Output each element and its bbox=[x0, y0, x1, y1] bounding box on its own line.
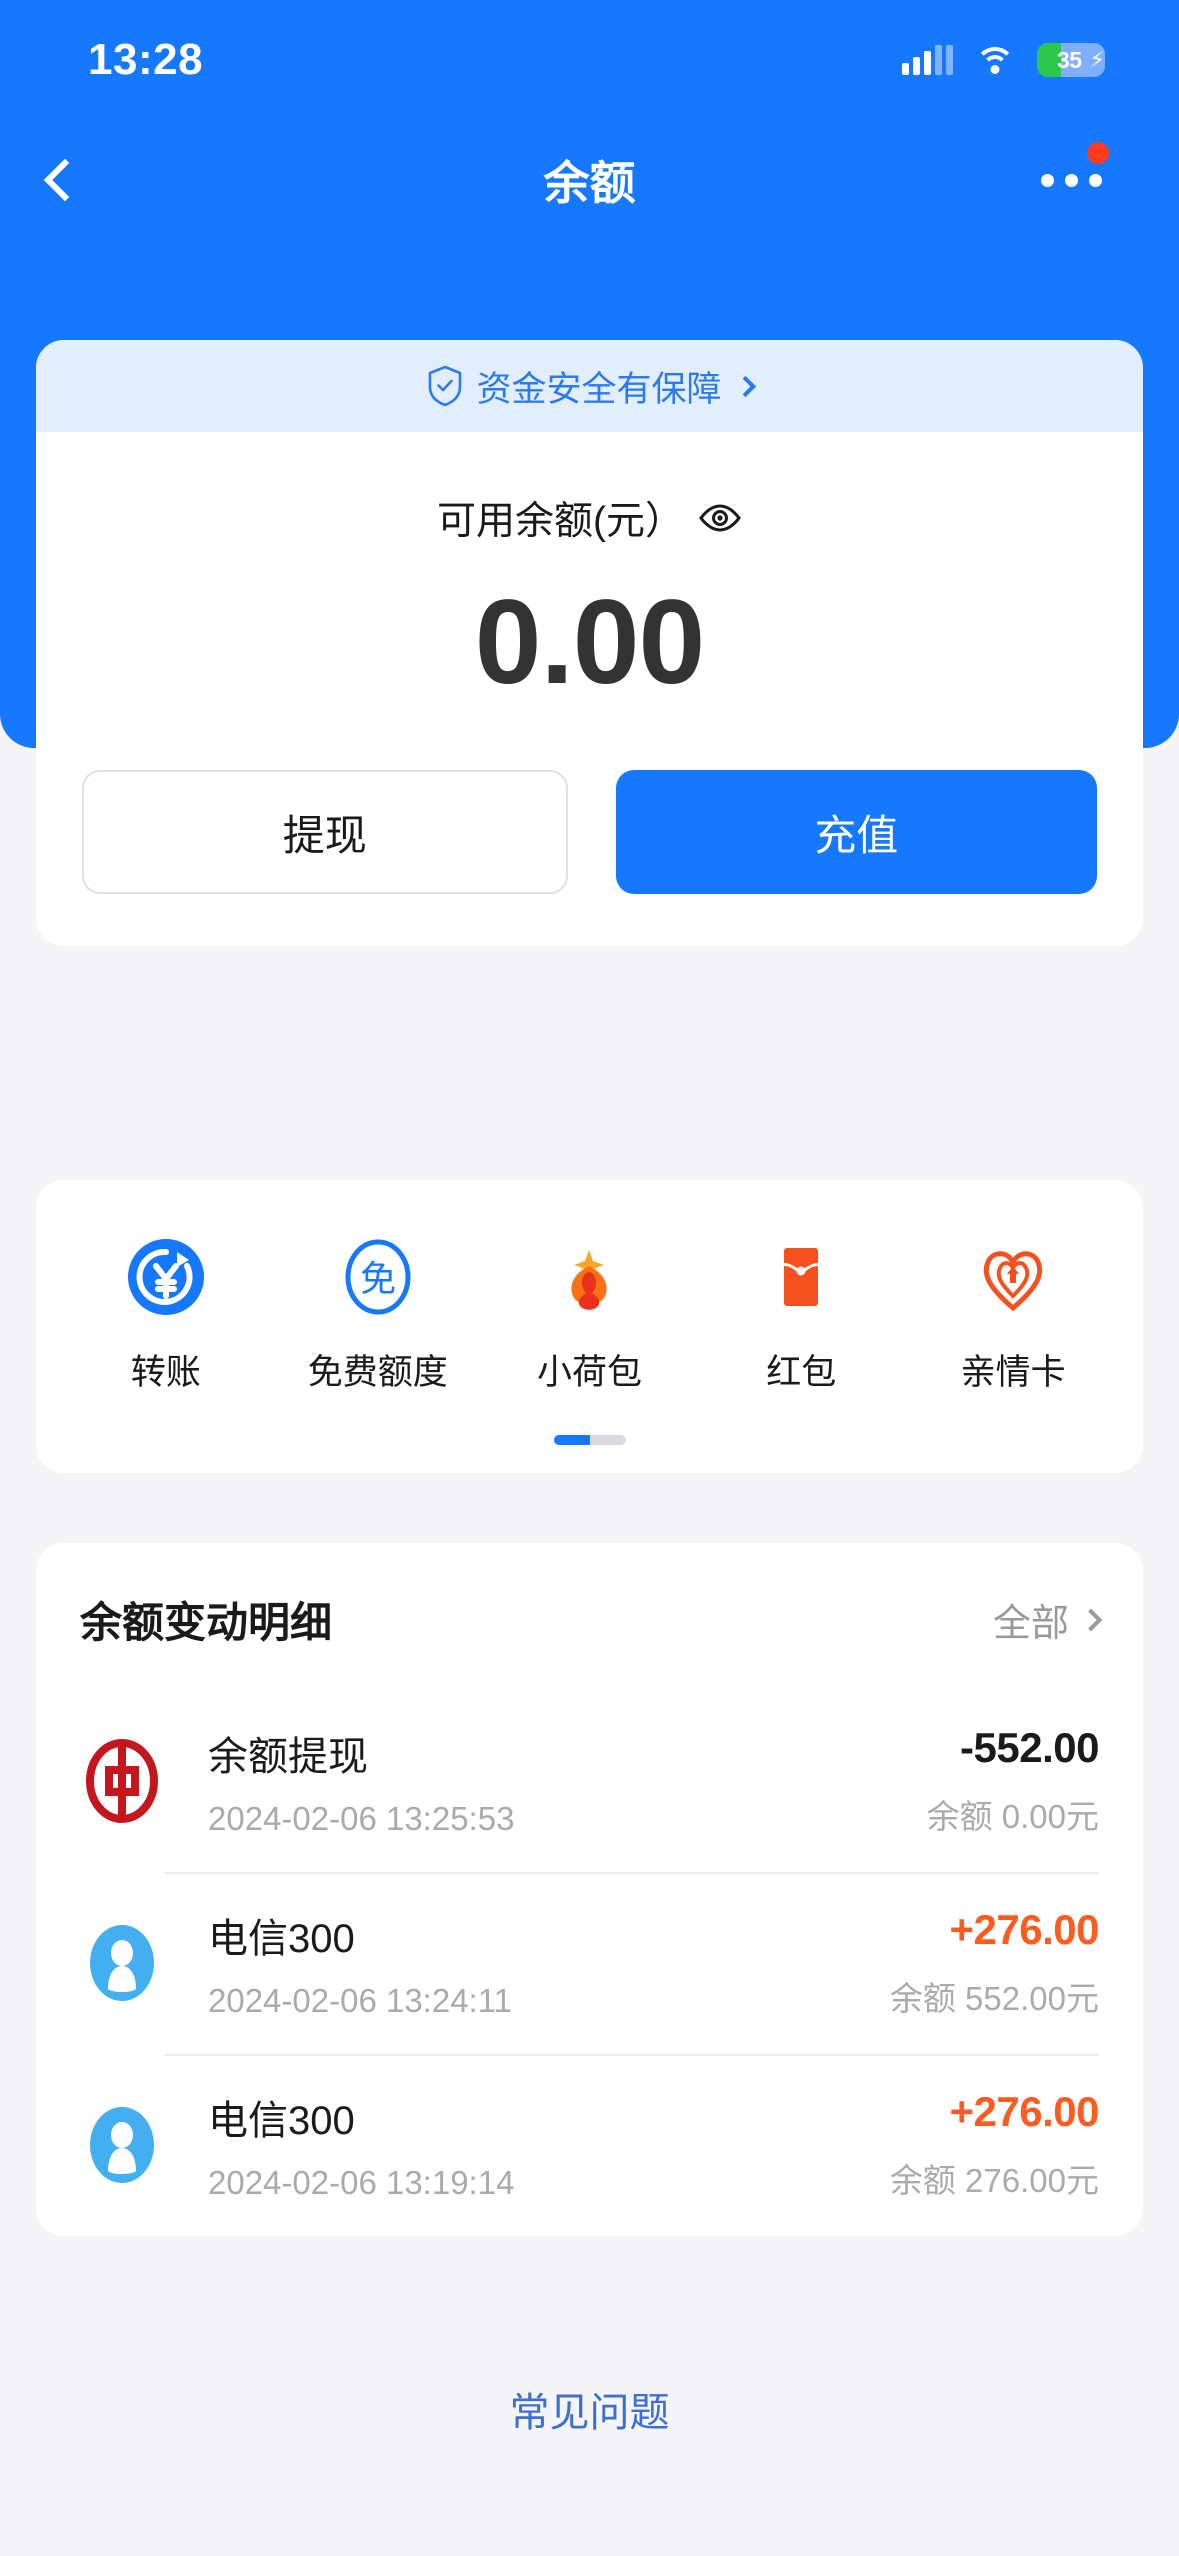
security-banner-label: 资金安全有保障 bbox=[476, 369, 722, 409]
table-row[interactable]: 电信300 2024-02-06 13:24:11 +276.00 余额 552… bbox=[36, 1872, 1143, 2054]
transaction-balance-after: 余额 0.00元 bbox=[926, 1798, 1099, 1835]
transaction-name: 余额提现 bbox=[208, 1735, 368, 1779]
chevron-right-icon bbox=[734, 375, 756, 397]
status-bar: 13:28 35 ⚡ bbox=[0, 0, 1179, 120]
transaction-time: 2024-02-06 13:19:14 bbox=[208, 2164, 515, 2201]
yuan-transfer-icon bbox=[127, 1239, 204, 1315]
balance-card: 资金安全有保障 可用余额(元） 0.00 提现 充值 bbox=[36, 340, 1143, 946]
status-bar-indicators: 35 ⚡ bbox=[902, 43, 1105, 77]
more-dots-icon bbox=[1040, 173, 1102, 187]
faq-link[interactable]: 常见问题 bbox=[0, 2380, 1179, 2438]
topup-button[interactable]: 充值 bbox=[615, 770, 1097, 894]
quick-action-label: 小荷包 bbox=[536, 1353, 642, 1392]
wifi-icon bbox=[975, 45, 1015, 75]
battery-icon: 35 ⚡ bbox=[1037, 43, 1105, 77]
transactions-title: 余额变动明细 bbox=[80, 1599, 333, 1646]
back-chevron-icon bbox=[43, 158, 87, 202]
page-title: 余额 bbox=[543, 157, 636, 209]
balance-amount: 0.00 bbox=[474, 575, 706, 709]
free-quota-icon: 免 bbox=[345, 1239, 411, 1315]
balance-body: 可用余额(元） 0.00 bbox=[36, 432, 1143, 708]
quick-action-label: 转账 bbox=[130, 1353, 201, 1392]
transaction-balance-after: 余额 552.00元 bbox=[889, 1980, 1099, 2017]
eye-icon[interactable] bbox=[698, 503, 742, 533]
quick-actions-row: 转账 免 免费额度 小荷包 红包 亲情卡 bbox=[60, 1236, 1119, 1395]
back-button[interactable] bbox=[0, 120, 120, 240]
transaction-values: -552.00 余额 0.00元 bbox=[926, 1724, 1100, 1838]
transaction-name: 电信300 bbox=[208, 2099, 355, 2143]
quick-action-red-envelope[interactable]: 红包 bbox=[695, 1236, 907, 1395]
quick-action-free-quota[interactable]: 免 免费额度 bbox=[272, 1236, 484, 1395]
bolt-icon: ⚡ bbox=[1089, 47, 1105, 72]
red-envelope-icon bbox=[784, 1248, 819, 1306]
quick-actions-pager[interactable] bbox=[60, 1435, 1119, 1445]
bank-of-china-icon bbox=[86, 1739, 158, 1823]
notification-badge bbox=[1087, 142, 1109, 164]
transaction-time: 2024-02-06 13:24:11 bbox=[208, 1982, 512, 2019]
transaction-info: 电信300 2024-02-06 13:19:14 bbox=[208, 2088, 890, 2202]
navigation-bar: 余额 bbox=[0, 120, 1179, 240]
more-options-button[interactable] bbox=[1011, 120, 1131, 240]
quick-action-label: 红包 bbox=[766, 1353, 837, 1392]
balance-action-buttons: 提现 充值 bbox=[36, 708, 1143, 946]
quick-action-family-card[interactable]: 亲情卡 bbox=[907, 1236, 1119, 1395]
quick-action-label: 亲情卡 bbox=[960, 1353, 1066, 1392]
transaction-balance-after: 余额 276.00元 bbox=[889, 2162, 1099, 2199]
balance-label-row: 可用余额(元） bbox=[36, 490, 1143, 546]
signal-bars-icon bbox=[902, 45, 953, 75]
withdraw-button[interactable]: 提现 bbox=[82, 770, 568, 894]
transaction-info: 电信300 2024-02-06 13:24:11 bbox=[208, 1906, 890, 2020]
transaction-time: 2024-02-06 13:25:53 bbox=[208, 1800, 515, 1837]
view-all-transactions-button[interactable]: 全部 bbox=[992, 1592, 1103, 1647]
person-avatar-icon bbox=[90, 1925, 154, 2001]
shield-check-icon bbox=[429, 365, 462, 407]
transactions-card: 余额变动明细 全部 余额提现 2024-02-06 13:25:53 -552.… bbox=[36, 1543, 1143, 2236]
transaction-amount: +276.00 bbox=[949, 2088, 1100, 2135]
transactions-header: 余额变动明细 全部 bbox=[36, 1543, 1143, 1690]
transaction-name: 电信300 bbox=[208, 1917, 355, 1961]
transaction-values: +276.00 余额 552.00元 bbox=[889, 1906, 1100, 2020]
pager-dot-inactive[interactable] bbox=[589, 1435, 626, 1445]
chevron-right-icon bbox=[1079, 1608, 1103, 1631]
view-all-label: 全部 bbox=[992, 1603, 1069, 1645]
svg-text:免: 免 bbox=[360, 1259, 396, 1300]
transaction-values: +276.00 余额 276.00元 bbox=[889, 2088, 1100, 2202]
table-row[interactable]: 电信300 2024-02-06 13:19:14 +276.00 余额 276… bbox=[36, 2054, 1143, 2236]
quick-actions-card: 转账 免 免费额度 小荷包 红包 亲情卡 bbox=[36, 1180, 1143, 1473]
table-row[interactable]: 余额提现 2024-02-06 13:25:53 -552.00 余额 0.00… bbox=[36, 1690, 1143, 1872]
security-banner[interactable]: 资金安全有保障 bbox=[36, 340, 1143, 432]
family-heart-card-icon bbox=[984, 1251, 1043, 1312]
status-bar-time: 13:28 bbox=[88, 35, 204, 84]
transaction-info: 余额提现 2024-02-06 13:25:53 bbox=[208, 1724, 927, 1838]
pager-dot-active[interactable] bbox=[553, 1435, 590, 1445]
quick-action-label: 免费额度 bbox=[307, 1353, 448, 1392]
balance-label: 可用余额(元） bbox=[437, 500, 684, 543]
lotus-pocket-icon bbox=[571, 1250, 608, 1310]
transaction-amount: -552.00 bbox=[960, 1724, 1099, 1771]
transaction-amount: +276.00 bbox=[949, 1906, 1100, 1953]
quick-action-transfer[interactable]: 转账 bbox=[60, 1236, 272, 1395]
person-avatar-icon bbox=[90, 2107, 154, 2183]
quick-action-pocket[interactable]: 小荷包 bbox=[484, 1236, 696, 1395]
